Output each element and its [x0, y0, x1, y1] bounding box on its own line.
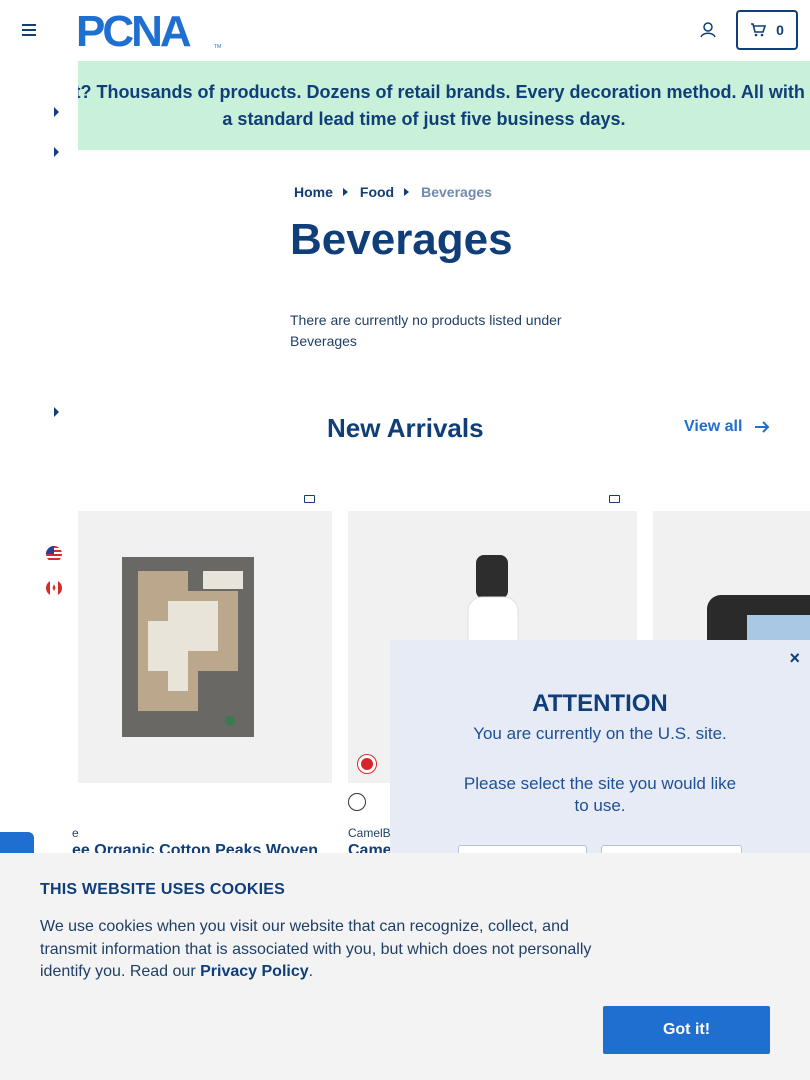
- folder-icon[interactable]: [304, 495, 315, 503]
- product-image[interactable]: [78, 511, 332, 783]
- color-swatch-red[interactable]: [358, 755, 376, 773]
- cookie-banner: THIS WEBSITE USES COOKIES We use cookies…: [0, 853, 810, 1080]
- pcna-logo[interactable]: PCNA TM: [76, 10, 224, 50]
- canada-flag-icon[interactable]: [46, 580, 62, 596]
- site-header: PCNA TM 0: [0, 0, 810, 61]
- page: PCNA TM 0 Wait? Thousands of products. D…: [0, 0, 810, 1080]
- view-all-label: View all: [684, 418, 743, 435]
- page-title: Beverages: [290, 215, 513, 264]
- modal-title: ATTENTION: [532, 690, 668, 717]
- promo-banner: Wait? Thousands of products. Dozens of r…: [43, 61, 810, 150]
- color-swatch-white[interactable]: [348, 793, 366, 811]
- product-brand: CamelB: [348, 826, 391, 840]
- cookie-body: We use cookies when you visit our websit…: [40, 918, 592, 980]
- cart-button[interactable]: 0: [736, 10, 798, 50]
- svg-text:TM: TM: [214, 44, 221, 50]
- chevron-right-icon: [342, 188, 348, 196]
- new-arrivals-title: New Arrivals: [327, 413, 484, 443]
- view-all-link[interactable]: View all: [684, 418, 770, 436]
- product-brand: e: [72, 826, 79, 840]
- arrow-right-icon: [755, 421, 770, 433]
- side-menu-arrow-icon[interactable]: [54, 407, 59, 417]
- close-icon[interactable]: ×: [789, 648, 800, 669]
- cookie-text: We use cookies when you visit our websit…: [40, 916, 600, 984]
- folder-icon[interactable]: [609, 495, 620, 503]
- breadcrumb-current: Beverages: [421, 184, 492, 200]
- accept-cookies-button[interactable]: Got it!: [603, 1006, 770, 1054]
- cart-icon: [751, 23, 767, 37]
- us-flag-icon[interactable]: [46, 546, 62, 562]
- cookie-title: THIS WEBSITE USES COOKIES: [40, 881, 286, 898]
- cookie-period: .: [308, 963, 314, 980]
- side-menu-arrow-icon[interactable]: [54, 107, 59, 117]
- cart-count: 0: [776, 22, 784, 38]
- svg-text:PCNA: PCNA: [76, 10, 191, 50]
- site-selection-modal: × ATTENTION You are currently on the U.S…: [390, 640, 810, 881]
- empty-products-message: There are currently no products listed u…: [290, 312, 562, 349]
- side-menu: [0, 61, 78, 861]
- chevron-right-icon: [404, 188, 410, 196]
- breadcrumb: Home Food Beverages: [294, 184, 492, 200]
- breadcrumb-home[interactable]: Home: [294, 184, 333, 200]
- modal-select-site-text: Please select the site you would like to…: [463, 774, 737, 815]
- user-account-icon[interactable]: [699, 21, 717, 39]
- breadcrumb-food[interactable]: Food: [360, 184, 394, 200]
- promo-banner-text: Wait? Thousands of products. Dozens of r…: [43, 81, 805, 129]
- side-menu-arrow-icon[interactable]: [54, 147, 59, 157]
- menu-icon[interactable]: [22, 24, 36, 36]
- modal-current-site-text: You are currently on the U.S. site.: [473, 724, 727, 743]
- privacy-policy-link[interactable]: Privacy Policy: [200, 963, 309, 980]
